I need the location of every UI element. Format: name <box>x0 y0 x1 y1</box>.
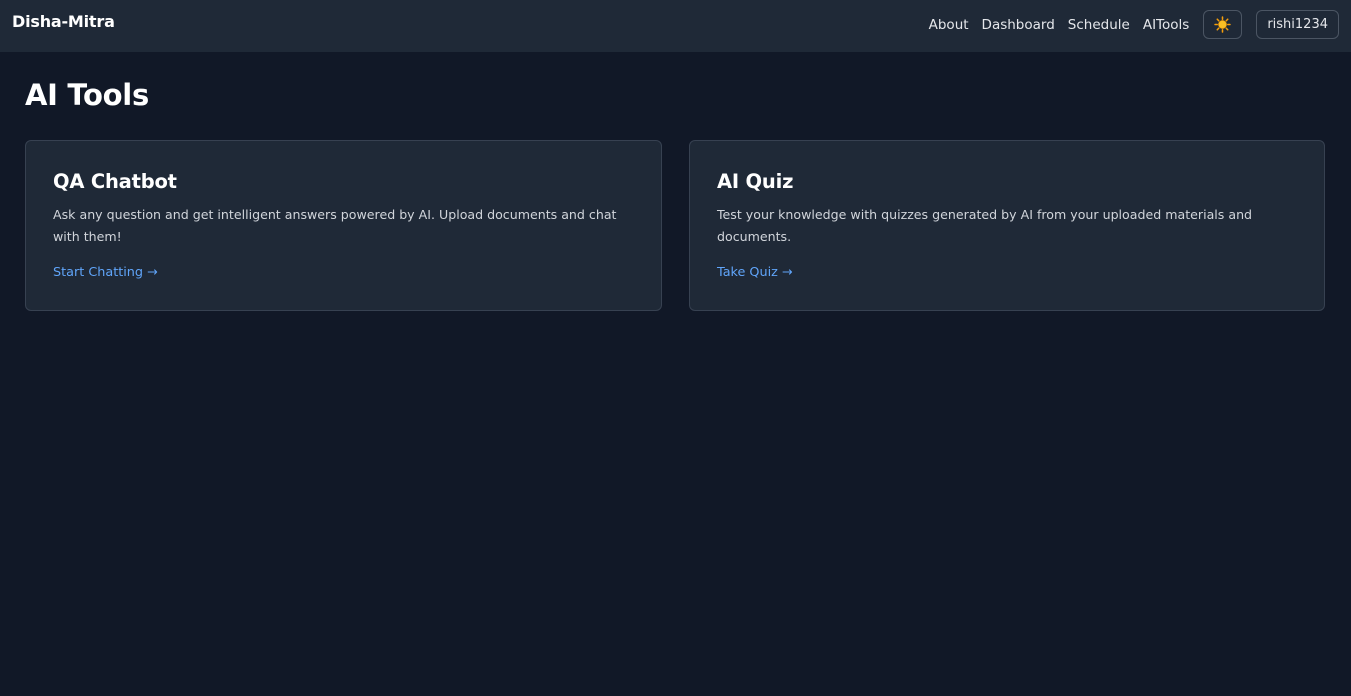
card-title: AI Quiz <box>717 170 794 193</box>
top-navbar: Disha-Mitra About Dashboard Schedule AIT… <box>0 0 1351 52</box>
card-title: QA Chatbot <box>53 170 177 193</box>
theme-toggle-button[interactable] <box>1203 10 1243 39</box>
nav-link-dashboard[interactable]: Dashboard <box>982 17 1055 33</box>
qa-chatbot-card: QA Chatbot Ask any question and get inte… <box>25 140 662 311</box>
nav-link-about[interactable]: About <box>929 17 969 33</box>
ai-quiz-card: AI Quiz Test your knowledge with quizzes… <box>689 140 1325 311</box>
user-menu-button[interactable]: rishi1234 <box>1256 10 1339 39</box>
card-description: Ask any question and get intelligent ans… <box>53 207 617 244</box>
nav-link-schedule[interactable]: Schedule <box>1068 17 1130 33</box>
nav-menu: About Dashboard Schedule AITools rishi12… <box>929 10 1339 39</box>
sun-icon <box>1214 16 1232 33</box>
nav-link-aitools[interactable]: AITools <box>1143 17 1189 33</box>
page-title: AI Tools <box>25 78 149 112</box>
start-chatting-link[interactable]: Start Chatting → <box>53 265 158 280</box>
card-description: Test your knowledge with quizzes generat… <box>717 207 1253 244</box>
take-quiz-link[interactable]: Take Quiz → <box>717 265 793 280</box>
brand-logo[interactable]: Disha-Mitra <box>12 12 115 31</box>
